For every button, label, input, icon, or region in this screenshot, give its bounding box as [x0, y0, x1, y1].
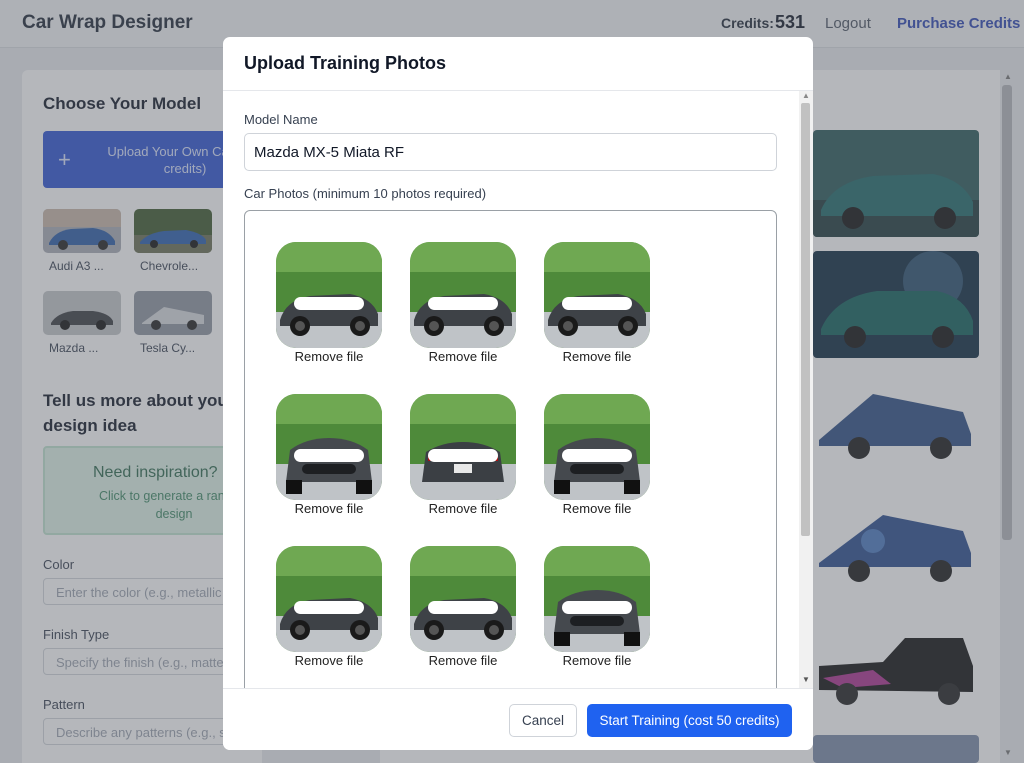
filename-redaction [294, 449, 364, 462]
filename-redaction [562, 601, 632, 614]
photo-item: Remove file [276, 242, 382, 364]
remove-file-link[interactable]: Remove file [276, 349, 382, 364]
car-photos-label: Car Photos (minimum 10 photos required) [244, 186, 487, 201]
photo-item: Remove file [276, 394, 382, 516]
filename-redaction [428, 601, 498, 614]
modal-header: Upload Training Photos [223, 37, 813, 91]
car-photo-thumbnail [544, 546, 650, 652]
photo-item: Remove file [544, 242, 650, 364]
filename-redaction [294, 601, 364, 614]
remove-file-link[interactable]: Remove file [276, 653, 382, 668]
filename-redaction [428, 297, 498, 310]
car-photo-thumbnail [276, 546, 382, 652]
car-photo-thumbnail [410, 394, 516, 500]
model-name-input[interactable]: Mazda MX-5 Miata RF [244, 133, 777, 171]
photo-item: Remove file [544, 394, 650, 516]
remove-file-link[interactable]: Remove file [276, 501, 382, 516]
start-training-button[interactable]: Start Training (cost 50 credits) [587, 704, 792, 737]
photo-item: Remove file [410, 242, 516, 364]
photo-item: Remove file [276, 546, 382, 668]
filename-redaction [294, 297, 364, 310]
cancel-button[interactable]: Cancel [509, 704, 577, 737]
car-photo-thumbnail [276, 242, 382, 348]
car-photo-thumbnail [276, 394, 382, 500]
filename-redaction [562, 449, 632, 462]
modal-scrollbar[interactable]: ▲ ▼ [799, 91, 813, 688]
modal-title: Upload Training Photos [244, 53, 446, 73]
filename-redaction [428, 449, 498, 462]
remove-file-link[interactable]: Remove file [544, 349, 650, 364]
upload-training-photos-dialog: Upload Training Photos Model Name Mazda … [223, 37, 813, 750]
chevron-up-icon[interactable]: ▲ [802, 91, 810, 100]
remove-file-link[interactable]: Remove file [544, 653, 650, 668]
chevron-down-icon[interactable]: ▼ [802, 675, 810, 684]
modal-body: Model Name Mazda MX-5 Miata RF Car Photo… [223, 91, 813, 688]
car-photo-thumbnail [410, 546, 516, 652]
remove-file-link[interactable]: Remove file [410, 349, 516, 364]
modal-footer: Cancel Start Training (cost 50 credits) [223, 688, 813, 750]
modal-scroll-thumb[interactable] [801, 103, 810, 536]
remove-file-link[interactable]: Remove file [410, 501, 516, 516]
photo-item: Remove file [410, 546, 516, 668]
remove-file-link[interactable]: Remove file [410, 653, 516, 668]
car-photos-dropzone[interactable]: Remove file Remove file Remove file Remove … [244, 210, 777, 688]
car-photo-thumbnail [544, 242, 650, 348]
remove-file-link[interactable]: Remove file [544, 501, 650, 516]
car-photo-thumbnail [410, 242, 516, 348]
car-photo-thumbnail [544, 394, 650, 500]
photo-item: Remove file [544, 546, 650, 668]
model-name-label: Model Name [244, 112, 318, 127]
filename-redaction [562, 297, 632, 310]
photo-item: Remove file [410, 394, 516, 516]
